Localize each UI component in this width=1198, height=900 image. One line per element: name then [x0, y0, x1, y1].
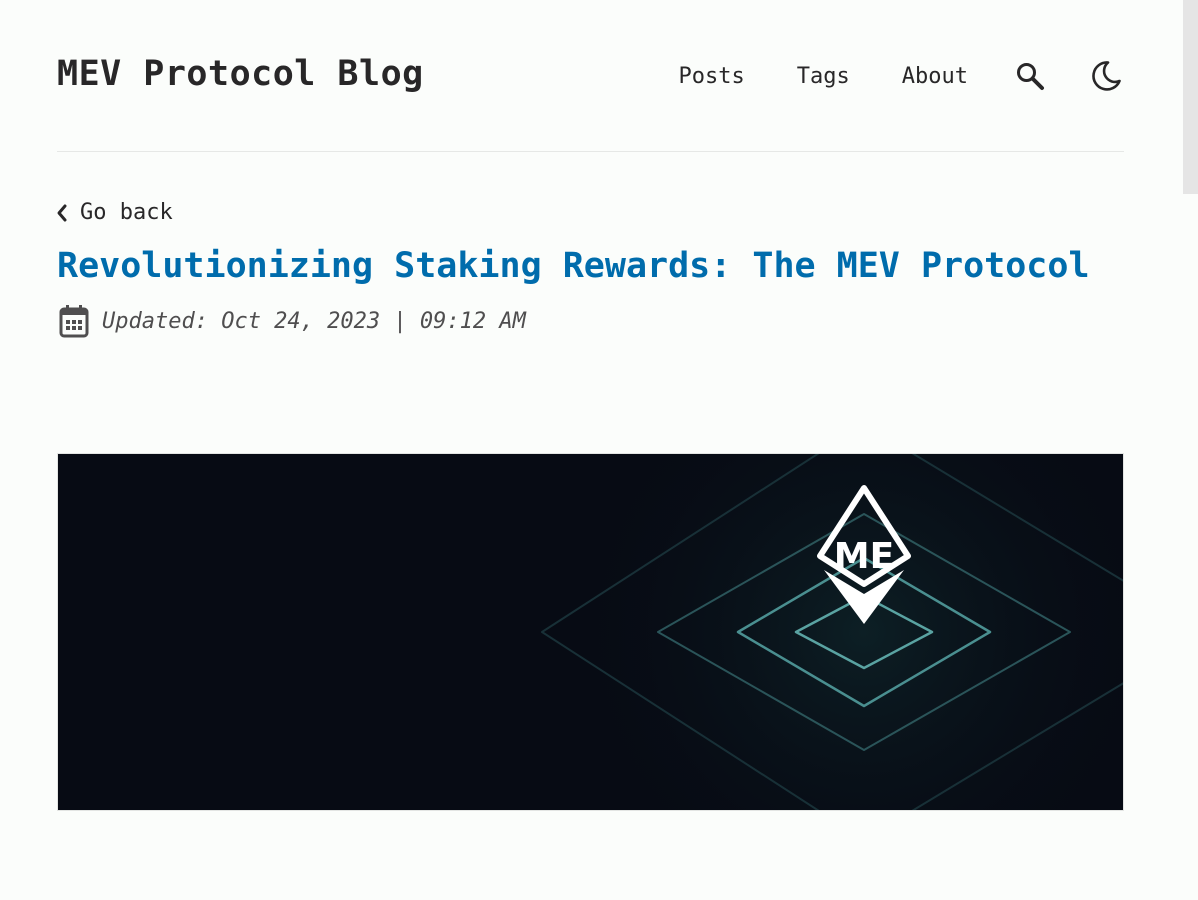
search-icon [1017, 63, 1044, 90]
nav-link-about[interactable]: About [902, 64, 968, 89]
site-title-link[interactable]: MEV Protocol Blog [57, 54, 424, 94]
nav-link-posts[interactable]: Posts [679, 64, 745, 89]
post-date: Updated: Oct 24, 2023 | 09:12 AM [102, 308, 526, 334]
calendar-icon [58, 303, 90, 339]
moon-icon [1092, 61, 1121, 91]
go-back-link[interactable]: Go back [55, 200, 173, 225]
site-header: MEV Protocol Blog Posts Tags About [57, 0, 1124, 152]
scrollbar-thumb[interactable] [1183, 0, 1198, 194]
main-nav: Posts Tags About [679, 54, 1124, 98]
nav-link-tags[interactable]: Tags [797, 64, 850, 89]
page: MEV Protocol Blog Posts Tags About Go ba… [0, 0, 1198, 900]
post-meta: Updated: Oct 24, 2023 | 09:12 AM [58, 303, 526, 339]
scrollbar[interactable] [1182, 0, 1198, 900]
theme-toggle-button[interactable] [1088, 58, 1124, 94]
post-title: Revolutionizing Staking Rewards: The MEV… [57, 246, 1090, 286]
logo-letters: ME [834, 536, 894, 577]
search-button[interactable] [1012, 58, 1048, 94]
chevron-left-icon [55, 203, 69, 223]
hero-graphic: ME [58, 454, 1123, 810]
go-back-label: Go back [80, 200, 173, 225]
hero-image: ME [57, 453, 1124, 811]
